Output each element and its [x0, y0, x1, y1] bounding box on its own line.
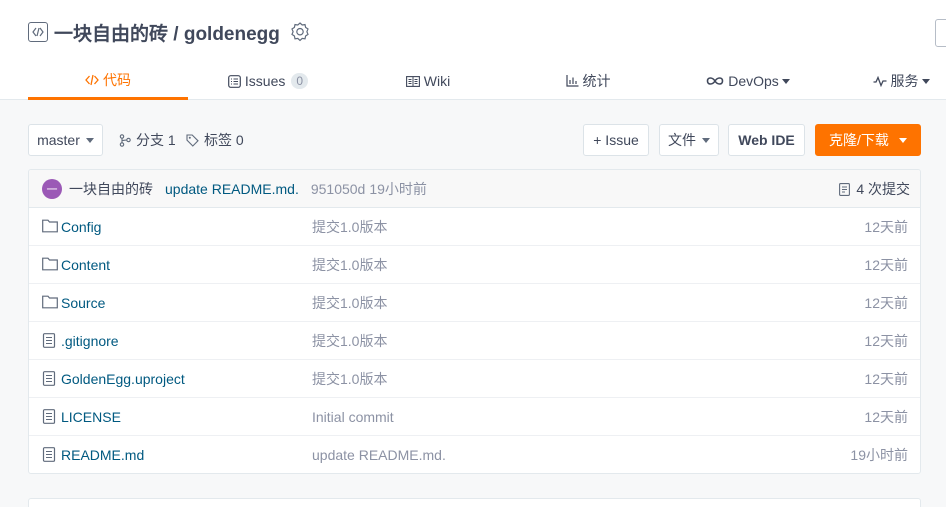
folder-icon [42, 219, 58, 233]
table-row[interactable]: .gitignore 提交1.0版本 12天前 [29, 322, 920, 360]
commit-message-link[interactable]: update README.md. [165, 181, 299, 197]
tab-code[interactable]: 代码 [28, 62, 188, 100]
header-right-button[interactable] [935, 19, 946, 47]
tab-service[interactable]: 服务 [856, 62, 946, 100]
file-commit-time: 12天前 [864, 408, 908, 425]
file-name-link[interactable]: LICENSE [61, 409, 121, 425]
commit-author[interactable]: 一块自由的砖 [69, 179, 153, 199]
repo-name-link[interactable]: 一块自由的砖 / goldenegg [54, 19, 280, 46]
tab-wiki[interactable]: Wiki [348, 62, 508, 100]
repo-code-icon [28, 22, 48, 42]
file-commit-time: 12天前 [864, 294, 908, 311]
file-commit-message[interactable]: 提交1.0版本 [312, 217, 387, 237]
file-commit-message[interactable]: 提交1.0版本 [312, 369, 387, 389]
tab-service-label: 服务 [890, 73, 919, 89]
repo-header: 一块自由的砖 / goldenegg 代码 Issues 0 Wiki 统计 D… [0, 0, 946, 100]
file-menu-button[interactable]: 文件 [659, 124, 719, 156]
avatar[interactable]: 一 [42, 178, 62, 199]
tab-stats[interactable]: 统计 [508, 62, 668, 100]
chevron-down-icon [898, 137, 907, 143]
clone-download-label: 克隆/下载 [829, 132, 889, 148]
readme-panel [28, 498, 921, 507]
file-name-link[interactable]: README.md [61, 447, 144, 463]
table-row[interactable]: README.md update README.md. 19小时前 [29, 436, 920, 473]
file-list: 一 一块自由的砖 update README.md. 951050d 19小时前… [28, 169, 921, 474]
code-icon [85, 74, 99, 85]
file-commit-time: 12天前 [864, 370, 908, 387]
chevron-down-icon [85, 137, 94, 143]
tab-wiki-label: Wiki [423, 73, 451, 89]
commit-count-link[interactable]: 4 次提交 [839, 170, 910, 208]
issues-count-badge: 0 [291, 73, 309, 89]
tags-link[interactable]: 标签 0 [186, 131, 244, 149]
service-icon [873, 75, 886, 87]
table-row[interactable]: Content 提交1.0版本 12天前 [29, 246, 920, 284]
file-commit-message[interactable]: 提交1.0版本 [312, 293, 387, 313]
tag-icon [186, 133, 199, 147]
folder-icon [42, 257, 58, 271]
tab-devops[interactable]: DevOps [668, 62, 828, 100]
repo-title-bar: 一块自由的砖 / goldenegg [28, 18, 310, 46]
file-name-link[interactable]: GoldenEgg.uproject [61, 371, 185, 387]
table-row[interactable]: Source 提交1.0版本 12天前 [29, 284, 920, 322]
chevron-down-icon [921, 78, 930, 84]
file-menu-label: 文件 [668, 132, 696, 148]
file-commit-time: 12天前 [864, 218, 908, 235]
commits-icon [839, 182, 851, 196]
branch-select-label: master [37, 132, 80, 148]
chevron-down-icon [781, 78, 790, 84]
devops-icon [706, 77, 724, 85]
table-row[interactable]: GoldenEgg.uproject 提交1.0版本 12天前 [29, 360, 920, 398]
tab-issues[interactable]: Issues 0 [188, 62, 348, 100]
file-name-link[interactable]: Source [61, 295, 105, 311]
file-icon [42, 447, 56, 462]
web-ide-button[interactable]: Web IDE [728, 124, 805, 156]
file-name-link[interactable]: Config [61, 219, 101, 235]
chevron-down-icon [702, 137, 710, 143]
folder-icon [42, 295, 58, 309]
file-commit-time: 12天前 [864, 332, 908, 349]
file-commit-message[interactable]: update README.md. [312, 447, 446, 463]
tab-devops-label: DevOps [728, 73, 779, 89]
tab-issues-label: Issues [244, 73, 286, 89]
branch-select[interactable]: master [28, 124, 103, 156]
file-icon [42, 409, 56, 424]
recommend-badge-icon[interactable] [290, 22, 310, 42]
file-commit-message[interactable]: Initial commit [312, 409, 394, 425]
tab-stats-label: 统计 [582, 73, 611, 89]
commit-count-label: 4 次提交 [856, 181, 910, 197]
commit-time: 19小时前 [369, 180, 427, 197]
latest-commit-bar: 一 一块自由的砖 update README.md. 951050d 19小时前… [29, 170, 920, 208]
commit-sha[interactable]: 951050d [311, 181, 366, 197]
repo-tabs: 代码 Issues 0 Wiki 统计 DevOps 服务 [0, 62, 946, 100]
issues-icon [228, 74, 241, 88]
file-icon [42, 333, 56, 348]
file-commit-message[interactable]: 提交1.0版本 [312, 331, 387, 351]
branches-label: 分支 1 [136, 132, 176, 148]
table-row[interactable]: Config 提交1.0版本 12天前 [29, 208, 920, 246]
file-name-link[interactable]: .gitignore [61, 333, 119, 349]
branches-link[interactable]: 分支 1 [119, 131, 176, 149]
tab-code-label: 代码 [103, 71, 131, 88]
clone-download-button[interactable]: 克隆/下载 [815, 124, 921, 156]
file-name-link[interactable]: Content [61, 257, 110, 273]
new-issue-button[interactable]: + Issue [583, 124, 649, 156]
file-commit-time: 19小时前 [850, 447, 908, 463]
tags-label: 标签 0 [204, 132, 244, 148]
stats-icon [565, 75, 578, 87]
wiki-icon [405, 75, 420, 87]
file-commit-message[interactable]: 提交1.0版本 [312, 255, 387, 275]
branch-icon [119, 133, 131, 147]
file-commit-time: 12天前 [864, 256, 908, 273]
table-row[interactable]: LICENSE Initial commit 12天前 [29, 398, 920, 436]
file-icon [42, 371, 56, 386]
